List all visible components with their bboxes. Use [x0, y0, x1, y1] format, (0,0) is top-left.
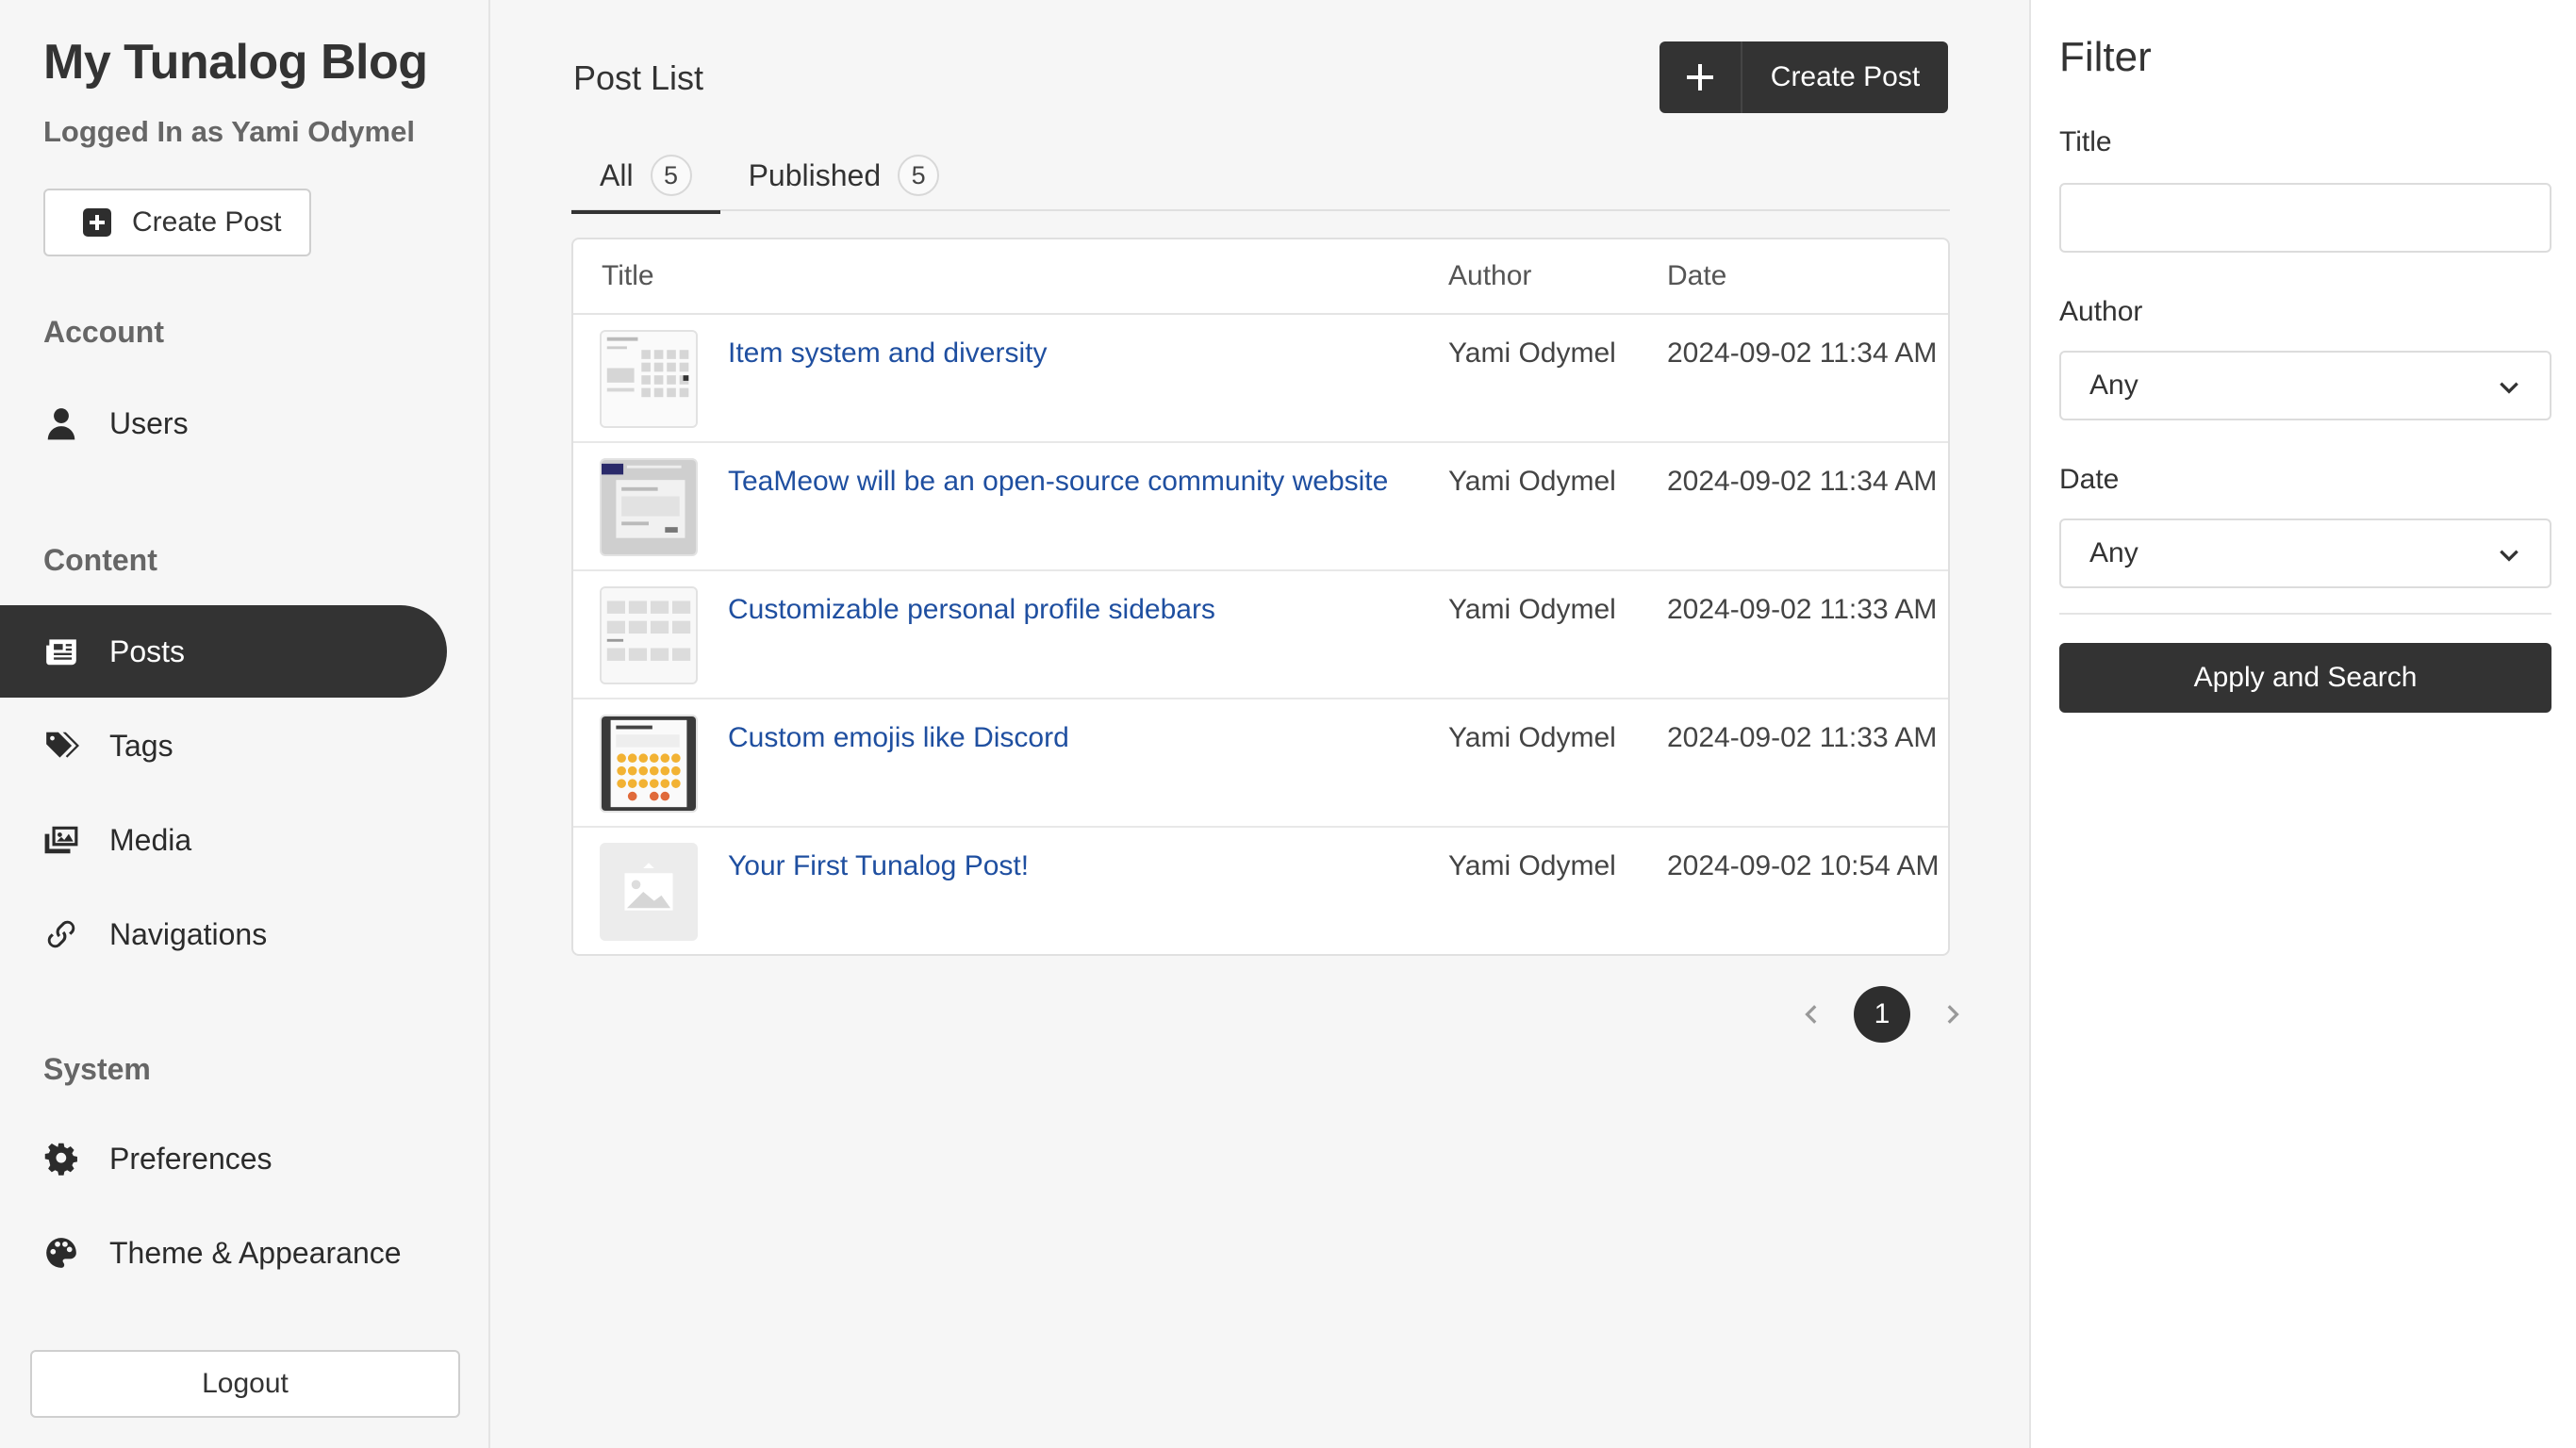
image-placeholder-icon[interactable] — [600, 843, 698, 941]
filter-date-value: Any — [2089, 537, 2138, 568]
table-row: TeaMeow will be an open-source community… — [573, 443, 1948, 571]
sidebar-item-media[interactable]: Media — [0, 794, 447, 886]
post-date: 2024-09-02 11:33 AM — [1667, 594, 1938, 625]
sidebar-item-label: Theme & Appearance — [109, 1235, 402, 1270]
sidebar-item-preferences[interactable]: Preferences — [0, 1112, 447, 1205]
filter-author-label: Author — [2059, 296, 2143, 327]
section-label-content: Content — [43, 543, 157, 577]
sidebar-item-tags[interactable]: Tags — [0, 699, 447, 792]
post-tabs: All 5 Published 5 — [571, 140, 1950, 214]
post-title-link[interactable]: Your First Tunalog Post! — [728, 850, 1029, 882]
post-author: Yami Odymel — [1448, 850, 1616, 881]
sidebar-item-label: Tags — [109, 728, 173, 763]
post-thumbnail[interactable] — [600, 330, 698, 428]
section-label-system: System — [43, 1052, 151, 1086]
sidebar-item-label: Posts — [109, 634, 186, 668]
tab-label: All — [600, 157, 634, 192]
posts-table: Title Author Date Item system and divers… — [571, 238, 1950, 956]
app-root: My Tunalog Blog Logged In as Yami Odymel… — [0, 0, 2576, 1448]
filter-divider — [2059, 613, 2551, 615]
sidebar-item-users[interactable]: Users — [0, 377, 447, 469]
main-content: Post List Create Post All 5 Published 5 … — [492, 0, 2029, 1448]
blog-title[interactable]: My Tunalog Blog — [43, 34, 428, 90]
tab-published[interactable]: Published 5 — [720, 140, 968, 211]
post-title-link[interactable]: Item system and diversity — [728, 337, 1047, 370]
tab-label: Published — [748, 157, 882, 192]
post-author: Yami Odymel — [1448, 594, 1616, 625]
plus-icon — [1660, 41, 1742, 113]
table-row: Customizable personal profile sidebars Y… — [573, 571, 1948, 699]
post-title-link[interactable]: TeaMeow will be an open-source community… — [728, 466, 1388, 498]
sidebar-item-posts[interactable]: Posts — [0, 605, 447, 698]
count-badge: 5 — [898, 155, 940, 196]
filter-title-input[interactable] — [2059, 183, 2551, 253]
post-title-link[interactable]: Customizable personal profile sidebars — [728, 594, 1215, 626]
images-icon — [41, 820, 81, 860]
table-row: Item system and diversity Yami Odymel 20… — [573, 315, 1948, 443]
filter-date-select[interactable]: Any — [2059, 518, 2551, 588]
chevron-right-icon[interactable] — [1933, 996, 1971, 1033]
tab-all[interactable]: All 5 — [571, 140, 720, 214]
header-title[interactable]: Title — [602, 260, 654, 292]
post-thumbnail[interactable] — [600, 458, 698, 556]
filter-title-label: Title — [2059, 126, 2112, 157]
create-post-button[interactable]: Create Post — [1660, 41, 1948, 113]
filter-panel: Filter Title Author Any Date Any Apply a… — [2029, 0, 2576, 1448]
gear-icon — [41, 1139, 81, 1178]
chevron-left-icon[interactable] — [1793, 996, 1831, 1033]
sidebar-item-label: Media — [109, 822, 192, 857]
filter-author-value: Any — [2089, 370, 2138, 401]
post-date: 2024-09-02 11:34 AM — [1667, 337, 1938, 369]
post-thumbnail[interactable] — [600, 586, 698, 684]
link-icon — [41, 914, 81, 954]
tags-icon — [41, 726, 81, 765]
filter-heading: Filter — [2059, 34, 2152, 80]
post-author: Yami Odymel — [1448, 466, 1616, 497]
chevron-down-icon — [2497, 375, 2521, 400]
post-date: 2024-09-02 10:54 AM — [1667, 850, 1940, 881]
pagination: 1 — [1793, 986, 1971, 1043]
logout-button[interactable]: Logout — [30, 1350, 460, 1418]
post-author: Yami Odymel — [1448, 337, 1616, 369]
sidebar-create-post-button[interactable]: Create Post — [43, 189, 311, 256]
count-badge: 5 — [650, 155, 692, 196]
table-row: Custom emojis like Discord Yami Odymel 2… — [573, 699, 1948, 828]
apply-search-button[interactable]: Apply and Search — [2059, 643, 2551, 713]
user-icon — [41, 403, 81, 443]
header-date[interactable]: Date — [1667, 260, 1726, 292]
section-label-account: Account — [43, 315, 164, 349]
post-title-link[interactable]: Custom emojis like Discord — [728, 722, 1069, 754]
post-thumbnail[interactable] — [600, 715, 698, 813]
filter-author-select[interactable]: Any — [2059, 351, 2551, 420]
sidebar-item-label: Preferences — [109, 1141, 272, 1176]
page-number-current[interactable]: 1 — [1854, 986, 1910, 1043]
newspaper-icon — [41, 632, 81, 671]
create-post-label: Create Post — [1770, 61, 1921, 92]
palette-icon — [41, 1233, 81, 1273]
filter-date-label: Date — [2059, 464, 2120, 495]
sidebar-item-label: Navigations — [109, 916, 268, 951]
sidebar-item-navigations[interactable]: Navigations — [0, 888, 447, 980]
post-date: 2024-09-02 11:33 AM — [1667, 722, 1938, 753]
post-date: 2024-09-02 11:34 AM — [1667, 466, 1938, 497]
post-author: Yami Odymel — [1448, 722, 1616, 753]
header-author[interactable]: Author — [1448, 260, 1531, 292]
logged-in-label: Logged In as Yami Odymel — [43, 115, 415, 148]
sidebar: My Tunalog Blog Logged In as Yami Odymel… — [0, 0, 490, 1448]
table-header: Title Author Date — [573, 239, 1948, 315]
page-title: Post List — [573, 58, 704, 97]
sidebar-item-theme[interactable]: Theme & Appearance — [0, 1207, 447, 1299]
chevron-down-icon — [2497, 543, 2521, 568]
table-row: Your First Tunalog Post! Yami Odymel 202… — [573, 828, 1948, 954]
plus-square-icon — [83, 208, 111, 237]
sidebar-item-label: Users — [109, 405, 189, 440]
sidebar-create-post-label: Create Post — [132, 206, 282, 238]
